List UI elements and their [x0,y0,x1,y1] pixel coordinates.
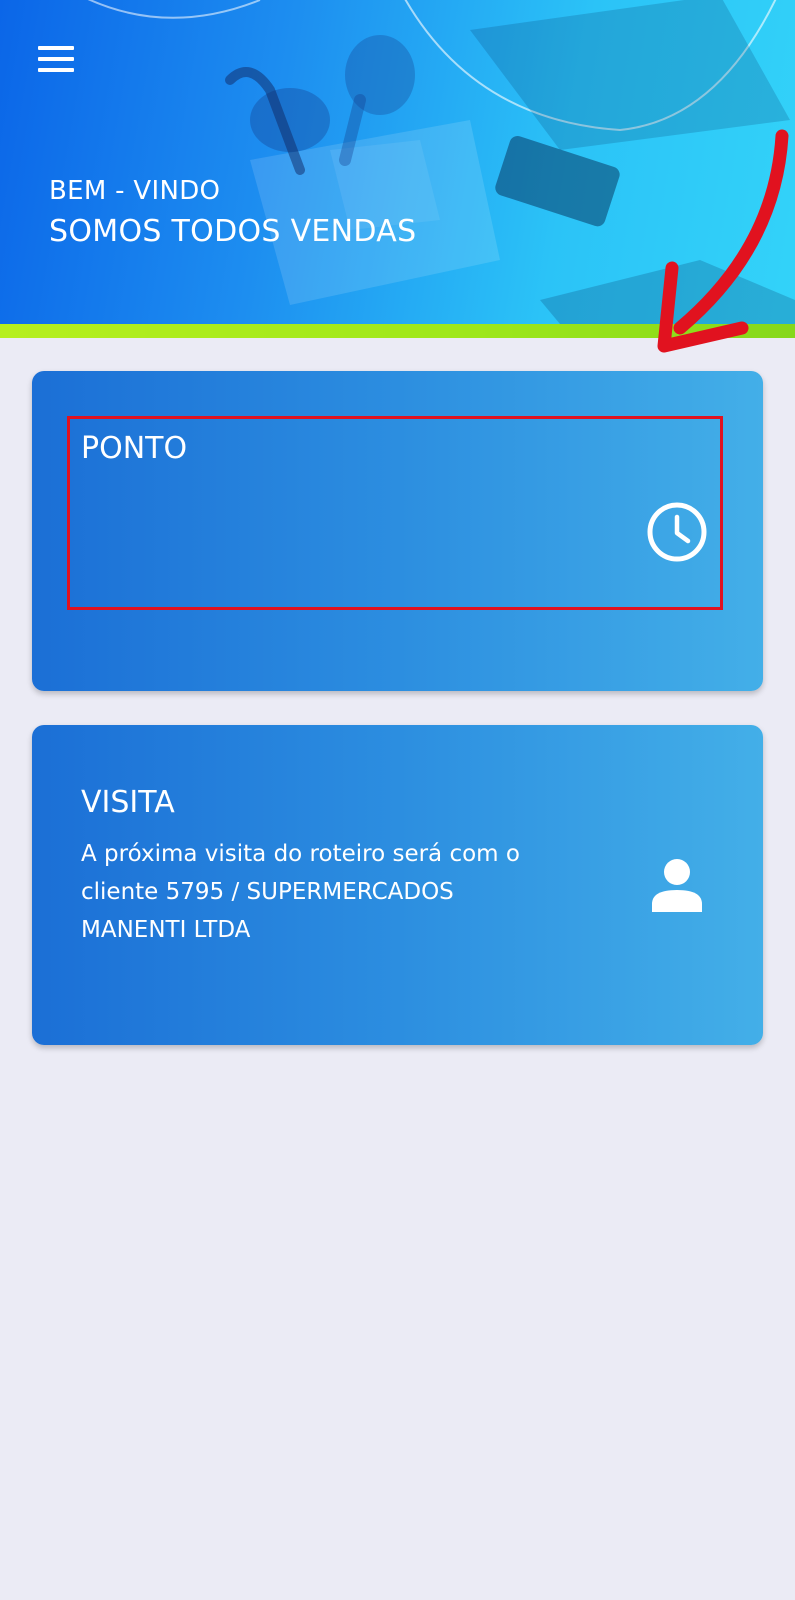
visita-card-description: A próxima visita do roteiro será com o c… [81,841,520,943]
person-icon [652,859,702,912]
visita-card-title: VISITA [81,785,175,820]
welcome-text: BEM - VINDO [49,176,221,206]
clock-icon [647,502,707,562]
ponto-card-title: PONTO [81,431,188,466]
tagline-text: SOMOS TODOS VENDAS [49,214,417,249]
red-arrow-annotation [657,129,789,353]
menu-button[interactable] [36,44,76,76]
